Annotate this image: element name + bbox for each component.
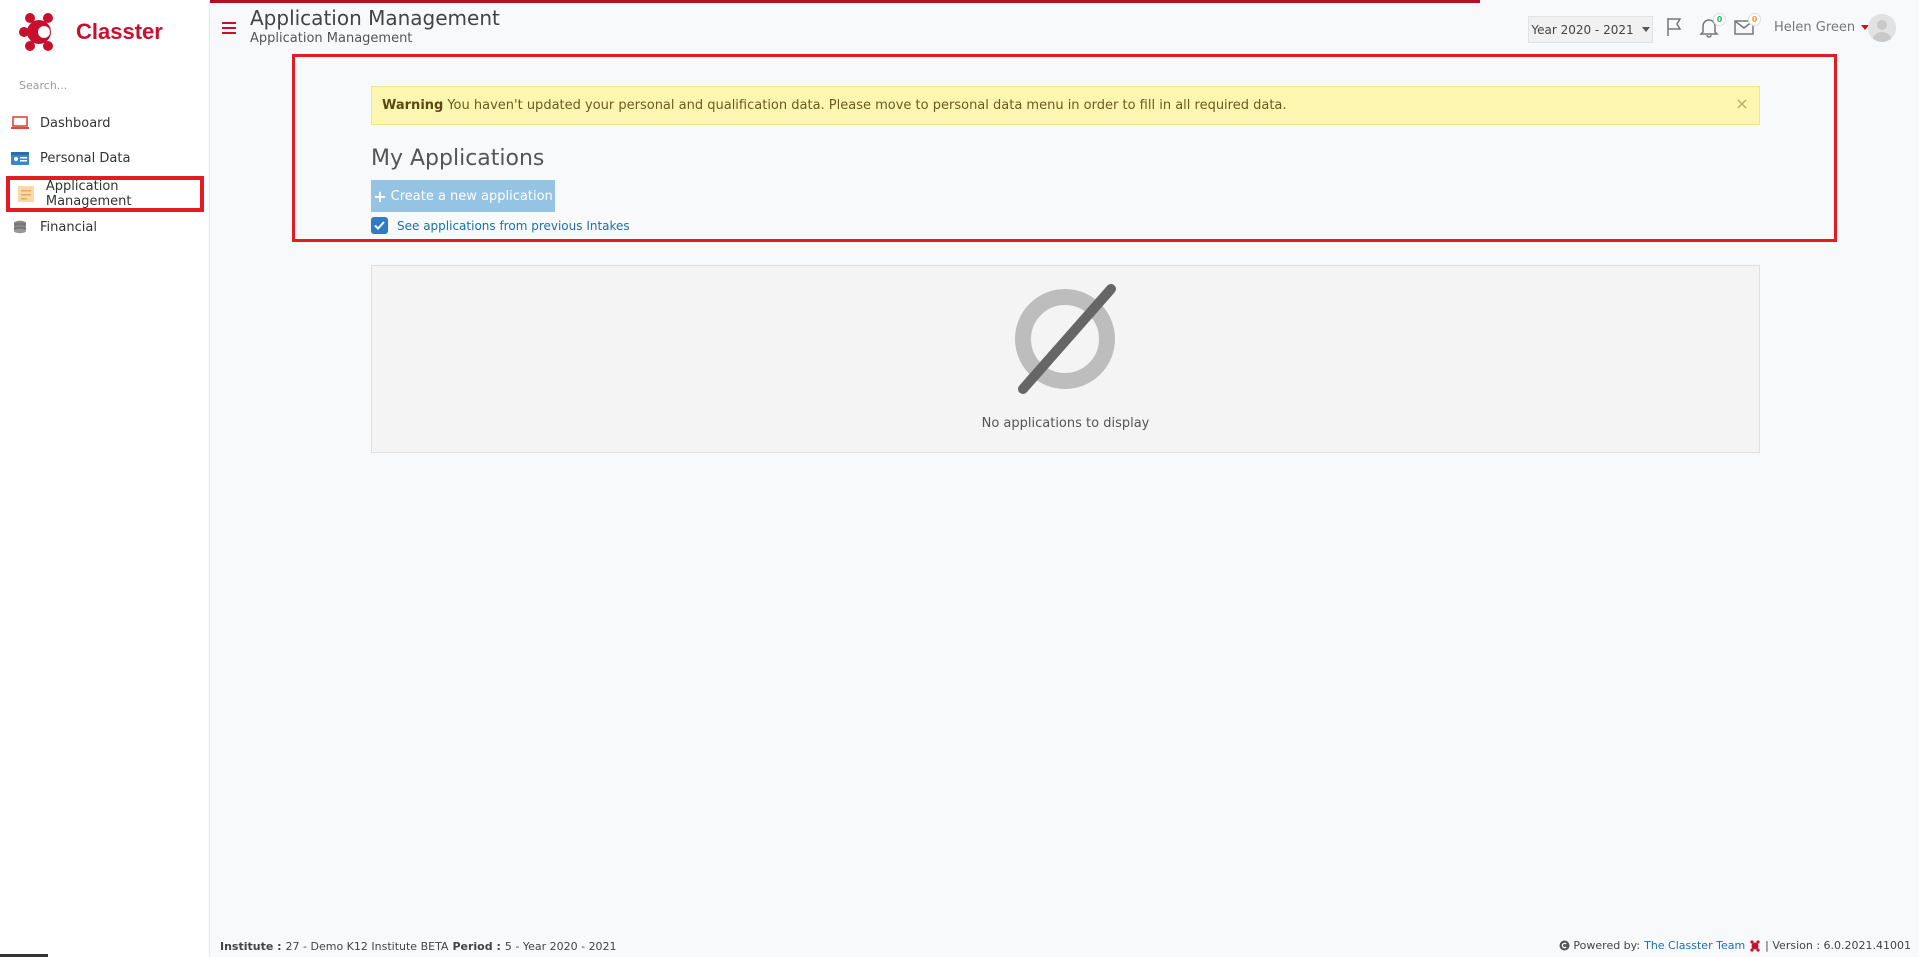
close-icon[interactable]: × xyxy=(1735,96,1749,112)
sidebar-item-label: Financial xyxy=(40,219,97,235)
create-application-button[interactable]: + Create a new application xyxy=(371,180,555,212)
warning-message: You haven't updated your personal and qu… xyxy=(447,98,1287,113)
coins-icon xyxy=(9,218,31,236)
empty-state: No applications to display xyxy=(371,265,1760,453)
create-application-label: Create a new application xyxy=(390,188,553,204)
app-name: Classter xyxy=(76,19,163,44)
sidebar-search-input[interactable] xyxy=(10,74,200,96)
plus-icon: + xyxy=(373,186,387,206)
breadcrumb: Application Management xyxy=(250,31,413,46)
no-data-icon xyxy=(1015,284,1116,394)
section-title: My Applications xyxy=(371,146,545,171)
copyright-icon xyxy=(1559,940,1570,951)
sidebar-item-label: Personal Data xyxy=(40,150,131,166)
avatar[interactable] xyxy=(1868,14,1896,42)
footer-powered-by: Powered by: xyxy=(1573,939,1641,952)
messages-badge: 0 xyxy=(1748,13,1761,26)
footer: Institute : 27 - Demo K12 Institute BETA… xyxy=(210,935,1919,957)
footer-credits: Powered by: The Classter Team | Version … xyxy=(1559,939,1911,952)
empty-message: No applications to display xyxy=(981,416,1150,431)
form-icon xyxy=(16,185,37,203)
warning-label: Warning xyxy=(382,98,444,113)
year-select-value: Year 2020 - 2021 xyxy=(1531,22,1634,37)
sidebar: Classter Dashboard Personal Data Applica… xyxy=(0,0,210,957)
sidebar-item-application-management[interactable]: Application Management xyxy=(6,176,204,212)
sidebar-item-label: Application Management xyxy=(45,179,132,209)
previous-intakes-checkbox[interactable] xyxy=(371,217,388,234)
id-card-icon xyxy=(9,149,31,167)
footer-version: | Version : 6.0.2021.41001 xyxy=(1765,939,1911,952)
check-icon xyxy=(374,221,385,230)
menu-toggle-icon[interactable] xyxy=(222,22,236,34)
footer-period-label: Period : xyxy=(452,939,501,953)
user-name: Helen Green xyxy=(1774,20,1856,35)
loading-progress-bar xyxy=(210,0,1480,3)
notifications-badge: 0 xyxy=(1713,13,1726,26)
sidebar-item-label: Dashboard xyxy=(40,115,111,131)
flag-icon xyxy=(1667,18,1682,36)
previous-intakes-toggle[interactable]: See applications from previous Intakes xyxy=(371,217,630,234)
classter-small-logo-icon xyxy=(1750,939,1760,952)
page-title: Application Management xyxy=(250,6,500,30)
warning-alert: Warning You haven't updated your persona… xyxy=(371,86,1760,125)
notifications-button[interactable]: 0 xyxy=(1698,13,1726,40)
user-menu[interactable]: Helen Green xyxy=(1774,20,1870,35)
year-select[interactable]: Year 2020 - 2021 xyxy=(1528,16,1653,43)
sidebar-item-personal-data[interactable]: Personal Data xyxy=(6,143,204,173)
messages-button[interactable]: 0 xyxy=(1733,13,1761,40)
classter-team-link[interactable]: The Classter Team xyxy=(1644,939,1745,952)
sidebar-item-financial[interactable]: Financial xyxy=(6,212,204,242)
app-logo[interactable]: Classter xyxy=(18,8,163,56)
chevron-down-icon xyxy=(1641,27,1650,32)
flag-button[interactable] xyxy=(1664,16,1688,40)
footer-institute-value: 27 - Demo K12 Institute BETA xyxy=(285,939,449,953)
footer-period-value: 5 - Year 2020 - 2021 xyxy=(504,939,617,953)
footer-institute-label: Institute : xyxy=(220,939,282,953)
previous-intakes-label: See applications from previous Intakes xyxy=(397,218,630,233)
user-silhouette-icon xyxy=(1868,14,1896,42)
classter-logo-icon xyxy=(19,13,53,51)
sidebar-item-dashboard[interactable]: Dashboard xyxy=(6,108,204,138)
laptop-icon xyxy=(9,114,31,132)
